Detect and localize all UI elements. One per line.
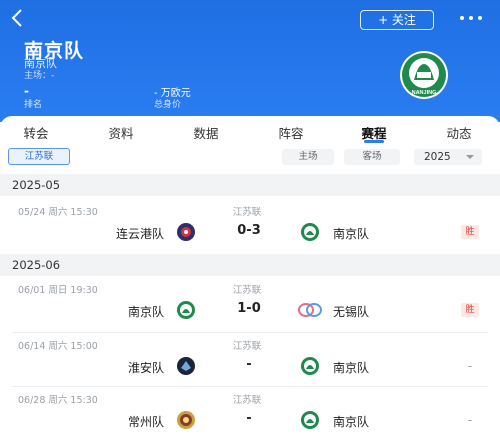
away-team-name: 南京队 — [333, 227, 370, 241]
match-score: - — [246, 411, 252, 426]
logo-wordmark: NANJING — [412, 90, 437, 96]
tab-squad[interactable]: 阵容 — [261, 123, 321, 142]
away-team-name: 无锡队 — [333, 305, 370, 319]
away-team-logo — [301, 357, 319, 375]
year-select[interactable]: 2025 — [414, 149, 482, 165]
result-badge: 胜 — [461, 303, 479, 317]
year-value: 2025 — [424, 151, 451, 163]
match-date: 06/01 周日 19:30 — [18, 285, 98, 296]
match-score: 1-0 — [237, 301, 261, 316]
away-team-name: 南京队 — [333, 415, 370, 429]
team-header: + 关注 南京队 南京队 主场：- - 排名 - 万欧元 总身价 NANJING — [0, 0, 500, 122]
result-badge: 胜 — [461, 225, 479, 239]
home-team-name: 常州队 — [127, 415, 164, 429]
tab-stats[interactable]: 数据 — [176, 123, 236, 142]
away-team-logo — [301, 411, 319, 429]
match-date: 05/24 周六 15:30 — [18, 207, 98, 218]
chevron-left-icon — [11, 9, 22, 27]
home-ground: 主场：- — [24, 71, 55, 81]
match-score: - — [246, 357, 252, 372]
result-badge: - — [467, 359, 473, 373]
month-header: 2025-06 — [0, 254, 500, 276]
home-team-logo — [177, 411, 195, 429]
filter-row: 江苏联 主场 客场 2025 — [0, 148, 500, 168]
home-team-name: 连云港队 — [115, 227, 164, 241]
result-badge: - — [467, 413, 473, 427]
away-team-name: 南京队 — [333, 361, 370, 375]
home-team-name: 淮安队 — [127, 361, 164, 375]
match-date: 06/14 周六 15:00 — [18, 341, 98, 352]
home-filter[interactable]: 主场 — [282, 149, 334, 165]
tab-transfers[interactable]: 转会 — [6, 123, 66, 142]
active-tab-indicator — [364, 140, 384, 143]
home-team-name: 南京队 — [127, 305, 164, 319]
more-button[interactable] — [458, 8, 484, 33]
more-dots-icon — [460, 16, 482, 20]
away-team-logo — [301, 223, 319, 241]
tab-bar: 转会 资料 数据 阵容 赛程 动态 — [0, 116, 500, 144]
match-league: 江苏联 — [232, 285, 262, 296]
tab-info[interactable]: 资料 — [91, 123, 151, 142]
match-league: 江苏联 — [232, 341, 262, 352]
row-divider — [12, 332, 488, 333]
home-team-logo — [177, 223, 195, 241]
rank-value: - — [24, 84, 29, 98]
month-header: 2025-05 — [0, 174, 500, 196]
rank-label: 排名 — [24, 100, 43, 110]
row-divider — [12, 386, 488, 387]
match-date: 06/28 周六 15:30 — [18, 395, 98, 406]
match-score: 0-3 — [237, 223, 261, 238]
content-card: 转会 资料 数据 阵容 赛程 动态 江苏联 主场 客场 2025 2025-05… — [0, 116, 500, 440]
chevron-down-icon — [466, 155, 474, 159]
team-schedule-page: + 关注 南京队 南京队 主场：- - 排名 - 万欧元 总身价 NANJING… — [0, 0, 500, 440]
home-team-logo — [177, 357, 195, 375]
home-team-logo — [177, 301, 195, 319]
market-value-label: 总身价 — [154, 100, 182, 110]
match-league: 江苏联 — [232, 395, 262, 406]
back-button[interactable] — [10, 8, 24, 33]
team-logo: NANJING — [400, 51, 448, 99]
match-league: 江苏联 — [232, 207, 262, 218]
away-filter[interactable]: 客场 — [344, 149, 400, 165]
tab-news[interactable]: 动态 — [429, 123, 489, 142]
away-team-logo — [298, 303, 322, 317]
follow-button[interactable]: + 关注 — [360, 10, 434, 30]
league-filter[interactable]: 江苏联 — [8, 148, 70, 165]
